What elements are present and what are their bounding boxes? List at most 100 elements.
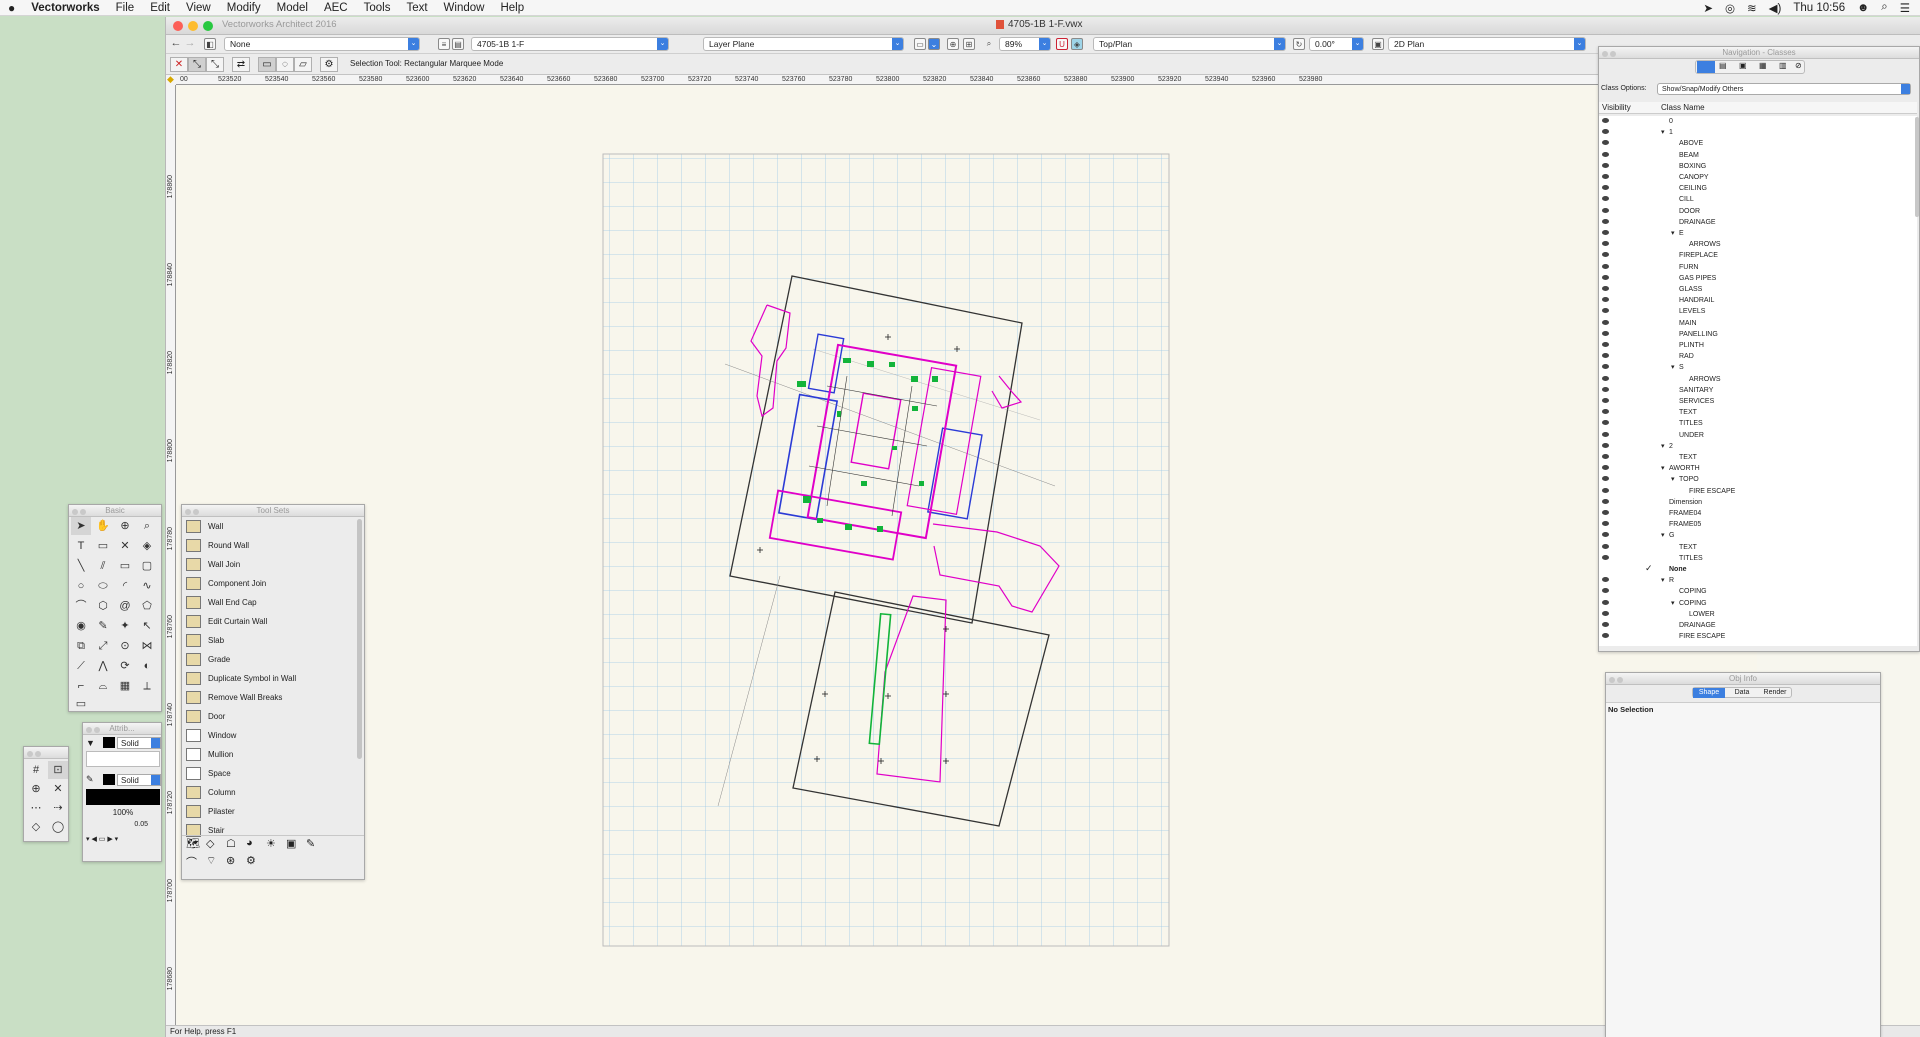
visibility-eye-icon[interactable] [1602, 510, 1609, 515]
disclosure-triangle-icon[interactable]: ▾ [1661, 575, 1665, 586]
sheet-dropdown-icon[interactable]: ⌄ [928, 38, 940, 50]
visibility-eye-icon[interactable] [1602, 207, 1609, 213]
smart-edge-icon[interactable]: ⇢ [48, 799, 68, 817]
palette-header[interactable]: Tool Sets [182, 505, 364, 517]
tool-wall-join[interactable]: Wall Join [186, 555, 240, 574]
fit-to-objects-icon[interactable]: ⊕ [947, 38, 959, 50]
visibility-eye-icon[interactable] [1602, 588, 1609, 594]
toolset-lighting-icon[interactable]: ☀ [266, 837, 276, 850]
class-row[interactable]: DOOR [1599, 206, 1914, 217]
symbol-tool-icon[interactable]: ◈ [137, 537, 157, 555]
tool-mullion[interactable]: Mullion [186, 745, 233, 764]
palette-header[interactable]: Obj Info [1606, 673, 1880, 685]
visibility-eye-icon[interactable] [1602, 230, 1609, 235]
visibility-eye-icon[interactable] [1602, 532, 1609, 538]
visibility-eye-icon[interactable] [1602, 174, 1609, 179]
rotate-mode-icon[interactable]: ⇄ [232, 57, 250, 72]
mirror-axis-tool-icon[interactable]: ⋈ [137, 637, 157, 655]
palette-header[interactable]: Navigation - Classes [1599, 47, 1919, 59]
disclosure-triangle-icon[interactable]: ▾ [1671, 228, 1675, 239]
clock[interactable]: Thu 10:56 [1793, 2, 1845, 14]
fill-tool-icon[interactable]: ▦ [115, 677, 135, 695]
tool-edit-curtain-wall[interactable]: Edit Curtain Wall [186, 612, 267, 631]
visibility-eye-icon[interactable] [1602, 218, 1609, 224]
opacity-value[interactable]: 100% [86, 808, 160, 819]
class-row[interactable]: PLINTH [1599, 340, 1914, 351]
offset-tool-icon[interactable]: ⟳ [115, 657, 135, 675]
palette-header[interactable]: Basic [69, 505, 161, 517]
tool-round-wall[interactable]: Round Wall [186, 536, 249, 555]
disclosure-triangle-icon[interactable]: ▾ [1661, 463, 1665, 474]
references-tab-icon[interactable]: ⊘ [1795, 61, 1802, 70]
class-row[interactable]: RAD [1599, 351, 1914, 362]
visibility-eye-icon[interactable] [1602, 498, 1609, 504]
menu-text[interactable]: Text [398, 2, 435, 14]
tool-space[interactable]: Space [186, 764, 231, 783]
tool-preferences-icon[interactable]: ⚙ [320, 57, 338, 72]
zoom-tool-icon[interactable]: ⌕ [137, 517, 157, 535]
class-row[interactable]: ARROWS [1599, 239, 1914, 250]
class-row[interactable]: CANOPY [1599, 172, 1914, 183]
classes-scrollbar[interactable] [1915, 117, 1919, 217]
standard-view-dropdown[interactable]: Top/Plan ⌄ [1093, 37, 1286, 51]
visibility-eye-icon[interactable] [1602, 521, 1609, 527]
class-row[interactable]: LOWER [1599, 609, 1914, 620]
visibility-eye-icon[interactable] [1602, 431, 1609, 437]
render-mode-dropdown[interactable]: 2D Plan ⌄ [1388, 37, 1586, 51]
classes-tab-icon[interactable] [1697, 61, 1715, 73]
line-tool-icon[interactable]: ╲ [71, 557, 91, 575]
class-row[interactable]: UNDER [1599, 430, 1914, 441]
visibility-eye-icon[interactable] [1602, 409, 1609, 415]
vertical-ruler[interactable]: 178860 178840 178820 178800 178780 17876… [166, 85, 176, 1032]
toolset-machine-icon[interactable]: ⊛ [226, 854, 235, 867]
class-row[interactable]: ▾ G [1599, 530, 1914, 541]
class-row[interactable]: BEAM [1599, 150, 1914, 161]
class-row[interactable]: ▾ TOPO [1599, 474, 1914, 485]
visibility-eye-icon[interactable] [1602, 263, 1609, 269]
polygon-tool-icon[interactable]: ⬡ [93, 597, 113, 615]
menu-edit[interactable]: Edit [142, 2, 178, 14]
class-row[interactable]: FURN [1599, 262, 1914, 273]
viewports-tab-icon[interactable]: ▦ [1759, 61, 1767, 70]
arrowhead-controls[interactable]: ▾ ◀ ▭ ▶ ▾ [86, 835, 160, 846]
volume-icon[interactable]: ◀) [1769, 1, 1782, 15]
class-row[interactable]: MAIN [1599, 318, 1914, 329]
snap-to-angle-icon[interactable]: ⊕ [26, 780, 46, 798]
polyline-tool-icon[interactable]: ⌒ [71, 597, 91, 615]
callout-tool-icon[interactable]: ▭ [93, 537, 113, 555]
magenta-marker-icon[interactable]: U [1056, 38, 1068, 50]
active-layer-dropdown[interactable]: 4705-1B 1-F ⌄ [471, 37, 669, 51]
visibility-eye-icon[interactable] [1602, 129, 1609, 135]
menu-model[interactable]: Model [269, 2, 316, 14]
menu-help[interactable]: Help [492, 2, 532, 14]
tool-wall-end-cap[interactable]: Wall End Cap [186, 593, 257, 612]
class-row[interactable]: COPING [1599, 586, 1914, 597]
saved-views-tab-icon[interactable]: ▥ [1779, 61, 1787, 70]
airplay-icon[interactable]: ◎ [1725, 1, 1735, 15]
drawing-canvas[interactable] [177, 86, 1757, 1032]
class-row[interactable]: SANITARY [1599, 385, 1914, 396]
zoom-window-button[interactable] [203, 21, 213, 31]
reshape-tool-icon[interactable]: ↖ [137, 617, 157, 635]
toolset-visualization-icon[interactable]: ◕ [246, 837, 253, 849]
palette-header[interactable]: Attrib... [83, 723, 161, 735]
visibility-eye-icon[interactable] [1602, 118, 1609, 123]
tool-duplicate-symbol-in-wall[interactable]: Duplicate Symbol in Wall [186, 669, 296, 688]
visibility-eye-icon[interactable] [1602, 364, 1609, 370]
visibility-eye-icon[interactable] [1602, 622, 1609, 627]
class-row[interactable]: DRAINAGE [1599, 217, 1914, 228]
class-row[interactable]: FIREPLACE [1599, 250, 1914, 261]
class-row[interactable]: ✓ None [1599, 563, 1914, 575]
tab-data[interactable]: Data [1727, 688, 1757, 698]
visibility-eye-icon[interactable] [1602, 442, 1609, 448]
fill-color-swatch[interactable] [103, 737, 115, 748]
move-tool-icon[interactable]: ⤢ [93, 637, 113, 655]
class-row[interactable]: FIRE ESCAPE [1599, 631, 1914, 642]
disclosure-triangle-icon[interactable]: ▾ [1671, 362, 1675, 373]
class-row[interactable]: ABOVE [1599, 138, 1914, 149]
pan-tool-icon[interactable]: ✋ [93, 517, 113, 535]
visibility-eye-icon[interactable] [1602, 196, 1609, 202]
user-icon[interactable]: ☻ [1857, 2, 1869, 14]
tool-door[interactable]: Door [186, 707, 225, 726]
class-options-dropdown[interactable]: Show/Snap/Modify Others [1657, 83, 1911, 95]
